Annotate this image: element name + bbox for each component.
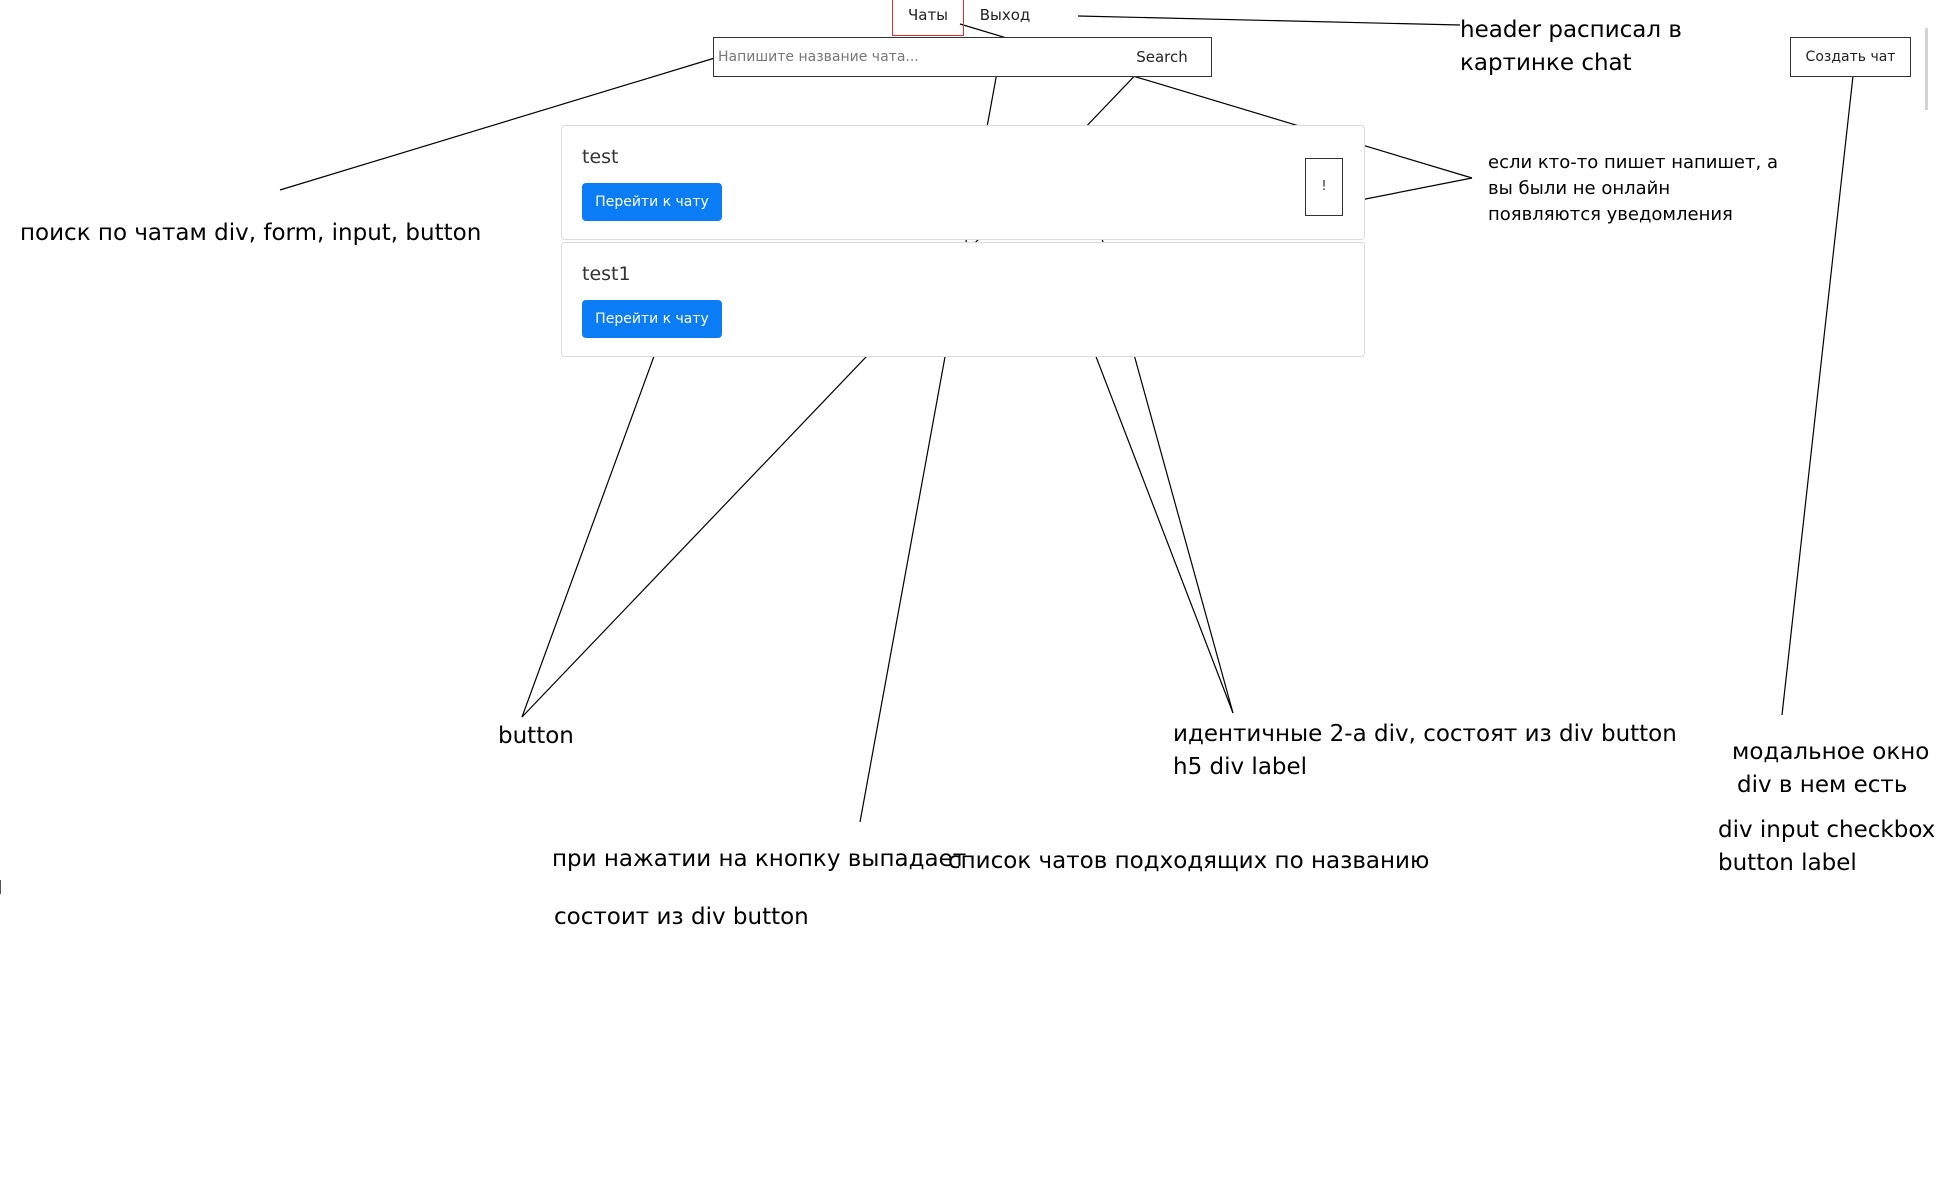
tab-chats[interactable]: Чаты [892, 0, 964, 36]
scrollbar[interactable] [1925, 28, 1928, 110]
cards-note: идентичные 2-а div, состоят из div butto… [1173, 721, 1677, 780]
chat-card: test Перейти к чату ! [561, 125, 1365, 240]
create-chat-button[interactable]: Создать чат [1790, 37, 1911, 77]
annotation-line [1781, 57, 1856, 716]
annotation-line [521, 317, 669, 718]
annotation-line [1079, 314, 1234, 714]
dropdown-note-2: список чатов подходящих по названию [948, 848, 1430, 874]
search-form: Search [713, 37, 1212, 77]
open-chat-button[interactable]: Перейти к чату [582, 183, 722, 221]
chat-title: test [582, 146, 619, 168]
notify-note: если кто-то пишет напишет, а вы были не … [1488, 152, 1778, 225]
notification-badge[interactable]: ! [1305, 158, 1343, 216]
search-input[interactable] [718, 44, 1078, 70]
chat-title: test1 [582, 263, 631, 285]
chat-card: test1 Перейти к чату [561, 242, 1365, 357]
open-chat-button[interactable]: Перейти к чату [582, 300, 722, 338]
button-note: button [498, 723, 574, 749]
dropdown-note-1: при нажатии на кнопку выпадает [552, 846, 967, 872]
header-note: header расписал в картинке chat [1460, 17, 1682, 76]
modal-note: модальное окно div в нем есть div input … [1718, 739, 1936, 876]
text-caret [0, 880, 1, 894]
dropdown-note-3: состоит из div button [554, 904, 809, 930]
search-button[interactable]: Search [1112, 42, 1212, 72]
annotation-line [1077, 15, 1461, 26]
tab-exit[interactable]: Выход [970, 0, 1040, 36]
search-note: поиск по чатам div, form, input, button [20, 220, 482, 246]
